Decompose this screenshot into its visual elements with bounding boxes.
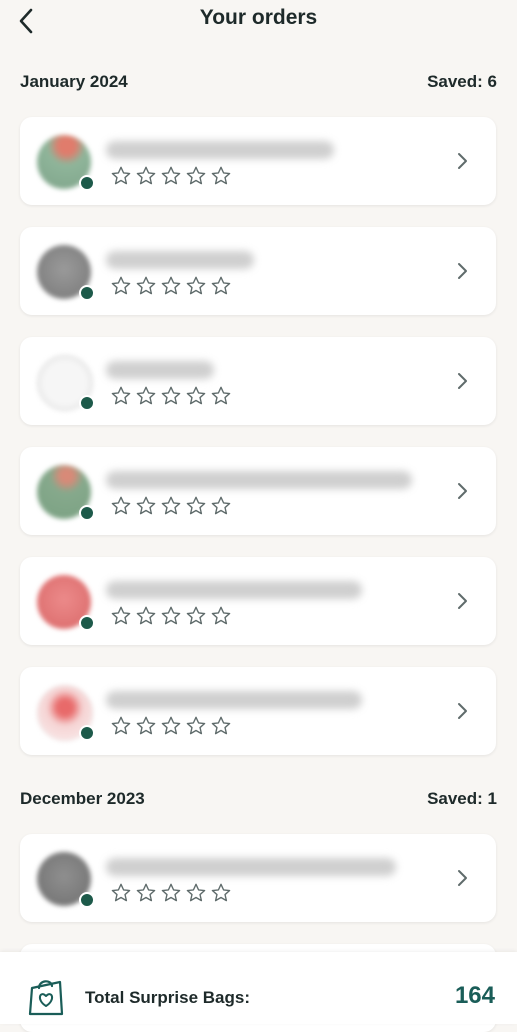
shopping-bag-icon	[28, 980, 64, 1016]
star-icon[interactable]	[160, 715, 182, 737]
star-icon[interactable]	[135, 385, 157, 407]
rating-stars	[110, 715, 232, 737]
rating-stars	[110, 165, 232, 187]
star-icon[interactable]	[160, 165, 182, 187]
star-icon[interactable]	[110, 385, 132, 407]
section-header-december: December 2023 Saved: 1	[20, 787, 497, 811]
store-avatar	[37, 135, 95, 191]
star-icon[interactable]	[185, 165, 207, 187]
store-name-redacted	[106, 581, 362, 599]
store-name-redacted	[106, 141, 334, 159]
chevron-right-icon	[458, 263, 467, 279]
star-icon[interactable]	[110, 495, 132, 517]
total-bags-footer: Total Surprise Bags: 164	[0, 952, 517, 1024]
star-icon[interactable]	[185, 385, 207, 407]
chevron-right-icon	[458, 483, 467, 499]
star-icon[interactable]	[210, 165, 232, 187]
star-icon[interactable]	[160, 385, 182, 407]
star-icon[interactable]	[210, 275, 232, 297]
chevron-right-icon	[458, 703, 467, 719]
chevron-right-icon	[458, 373, 467, 389]
check-badge-icon	[79, 892, 95, 908]
star-icon[interactable]	[210, 385, 232, 407]
store-avatar	[37, 355, 95, 411]
star-icon[interactable]	[160, 605, 182, 627]
store-avatar	[37, 575, 95, 631]
rating-stars	[110, 605, 232, 627]
section-header-january: January 2024 Saved: 6	[20, 70, 497, 94]
rating-stars	[110, 882, 232, 904]
star-icon[interactable]	[110, 715, 132, 737]
store-avatar	[37, 465, 95, 521]
check-badge-icon	[79, 395, 95, 411]
store-name-redacted	[106, 858, 396, 876]
total-bags-count: 164	[454, 982, 495, 1009]
chevron-right-icon	[458, 593, 467, 609]
order-card[interactable]	[20, 227, 496, 315]
check-badge-icon	[79, 725, 95, 741]
star-icon[interactable]	[185, 605, 207, 627]
star-icon[interactable]	[110, 165, 132, 187]
order-card[interactable]	[20, 117, 496, 205]
store-avatar	[37, 685, 95, 741]
header: Your orders	[0, 0, 517, 44]
section-saved-count: Saved: 6	[427, 72, 497, 91]
star-icon[interactable]	[185, 715, 207, 737]
total-bags-label: Total Surprise Bags:	[85, 988, 250, 1007]
store-name-redacted	[106, 361, 214, 379]
rating-stars	[110, 275, 232, 297]
star-icon[interactable]	[185, 275, 207, 297]
check-badge-icon	[79, 175, 95, 191]
chevron-right-icon	[458, 870, 467, 886]
rating-stars	[110, 495, 232, 517]
star-icon[interactable]	[210, 715, 232, 737]
star-icon[interactable]	[185, 882, 207, 904]
star-icon[interactable]	[210, 495, 232, 517]
star-icon[interactable]	[135, 495, 157, 517]
order-card[interactable]	[20, 337, 496, 425]
star-icon[interactable]	[210, 605, 232, 627]
store-name-redacted	[106, 471, 412, 489]
star-icon[interactable]	[160, 495, 182, 517]
star-icon[interactable]	[110, 882, 132, 904]
page-title: Your orders	[199, 6, 318, 29]
order-card[interactable]	[20, 667, 496, 755]
store-avatar	[37, 245, 95, 301]
chevron-right-icon	[458, 153, 467, 169]
star-icon[interactable]	[110, 275, 132, 297]
order-card[interactable]	[20, 834, 496, 922]
rating-stars	[110, 385, 232, 407]
section-month: January 2024	[20, 72, 128, 91]
check-badge-icon	[79, 285, 95, 301]
star-icon[interactable]	[160, 882, 182, 904]
star-icon[interactable]	[135, 715, 157, 737]
star-icon[interactable]	[160, 275, 182, 297]
section-month: December 2023	[20, 789, 145, 808]
check-badge-icon	[79, 505, 95, 521]
store-avatar	[37, 852, 95, 908]
star-icon[interactable]	[135, 165, 157, 187]
star-icon[interactable]	[135, 605, 157, 627]
order-card[interactable]	[20, 447, 496, 535]
section-saved-count: Saved: 1	[427, 789, 497, 808]
store-name-redacted	[106, 251, 254, 269]
star-icon[interactable]	[135, 275, 157, 297]
star-icon[interactable]	[210, 882, 232, 904]
star-icon[interactable]	[185, 495, 207, 517]
star-icon[interactable]	[110, 605, 132, 627]
check-badge-icon	[79, 615, 95, 631]
order-card[interactable]	[20, 557, 496, 645]
star-icon[interactable]	[135, 882, 157, 904]
store-name-redacted	[106, 691, 362, 709]
